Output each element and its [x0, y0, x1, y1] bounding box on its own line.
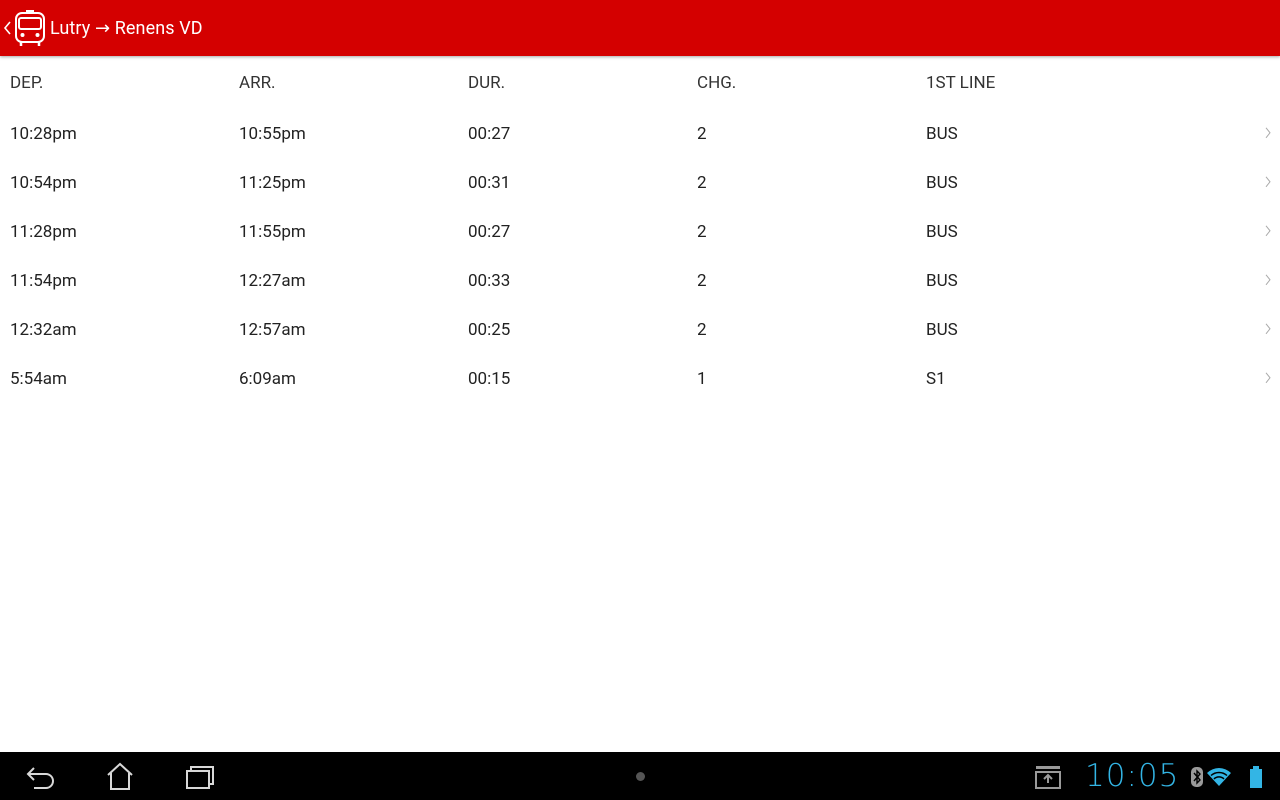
download-notification-icon[interactable] [1034, 764, 1062, 790]
column-header-arrival: ARR. [239, 72, 276, 93]
page-title: Lutry → Renens VD [50, 17, 203, 39]
first-line: BUS [926, 221, 958, 242]
bluetooth-icon [1191, 767, 1203, 787]
column-header-duration: DUR. [468, 72, 506, 93]
chevron-right-icon [1265, 273, 1271, 285]
arrival-time: 11:55pm [239, 221, 306, 242]
status-clock[interactable]: 10:05 [1085, 756, 1179, 796]
departure-time: 11:28pm [10, 221, 77, 242]
back-icon[interactable] [20, 760, 60, 792]
table-row[interactable]: 11:28pm 11:55pm 00:27 2 BUS [0, 207, 1280, 256]
up-navigation-button[interactable] [0, 0, 47, 56]
changes-count: 1 [697, 368, 707, 389]
duration: 00:33 [468, 270, 511, 291]
table-row[interactable]: 11:54pm 12:27am 00:33 2 BUS [0, 256, 1280, 305]
chevron-right-icon [1265, 371, 1271, 383]
first-line: BUS [926, 123, 958, 144]
table-header-row: DEP. ARR. DUR. CHG. 1ST LINE [0, 56, 1280, 109]
departure-time: 12:32am [10, 319, 77, 340]
arrival-time: 6:09am [239, 368, 296, 389]
duration: 00:31 [468, 172, 511, 193]
wifi-icon [1207, 768, 1231, 786]
changes-count: 2 [697, 221, 707, 242]
connections-table: DEP. ARR. DUR. CHG. 1ST LINE 10:28pm 10:… [0, 56, 1280, 403]
arrival-time: 10:55pm [239, 123, 306, 144]
action-bar: Lutry → Renens VD [0, 0, 1280, 56]
app-root: Lutry → Renens VD DEP. ARR. DUR. CHG. 1S… [0, 0, 1280, 800]
changes-count: 2 [697, 172, 707, 193]
arrival-time: 11:25pm [239, 172, 306, 193]
first-line: BUS [926, 270, 958, 291]
changes-count: 2 [697, 319, 707, 340]
table-row[interactable]: 5:54am 6:09am 00:15 1 S1 [0, 354, 1280, 403]
duration: 00:27 [468, 221, 511, 242]
changes-count: 2 [697, 123, 707, 144]
recent-apps-icon[interactable] [180, 760, 220, 792]
chevron-right-icon [1265, 224, 1271, 236]
chevron-right-icon [1265, 175, 1271, 187]
duration: 00:27 [468, 123, 511, 144]
departure-time: 11:54pm [10, 270, 77, 291]
first-line: BUS [926, 172, 958, 193]
home-icon[interactable] [100, 760, 140, 792]
departure-time: 10:54pm [10, 172, 77, 193]
arrival-time: 12:27am [239, 270, 306, 291]
column-header-first-line: 1ST LINE [926, 72, 996, 93]
changes-count: 2 [697, 270, 707, 291]
table-row[interactable]: 10:28pm 10:55pm 00:27 2 BUS [0, 109, 1280, 158]
duration: 00:25 [468, 319, 511, 340]
column-header-departure: DEP. [10, 72, 44, 93]
bus-icon [15, 10, 45, 46]
table-row[interactable]: 10:54pm 11:25pm 00:31 2 BUS [0, 158, 1280, 207]
battery-icon [1250, 766, 1262, 788]
table-row[interactable]: 12:32am 12:57am 00:25 2 BUS [0, 305, 1280, 354]
first-line: S1 [926, 368, 946, 389]
chevron-right-icon [1265, 322, 1271, 334]
departure-time: 5:54am [10, 368, 67, 389]
first-line: BUS [926, 319, 958, 340]
center-indicator-dot [636, 772, 645, 781]
column-header-changes: CHG. [697, 72, 737, 93]
departure-time: 10:28pm [10, 123, 77, 144]
chevron-left-icon [3, 21, 11, 35]
arrival-time: 12:57am [239, 319, 306, 340]
chevron-right-icon [1265, 126, 1271, 138]
system-bar: 10:05 [0, 752, 1280, 800]
duration: 00:15 [468, 368, 511, 389]
